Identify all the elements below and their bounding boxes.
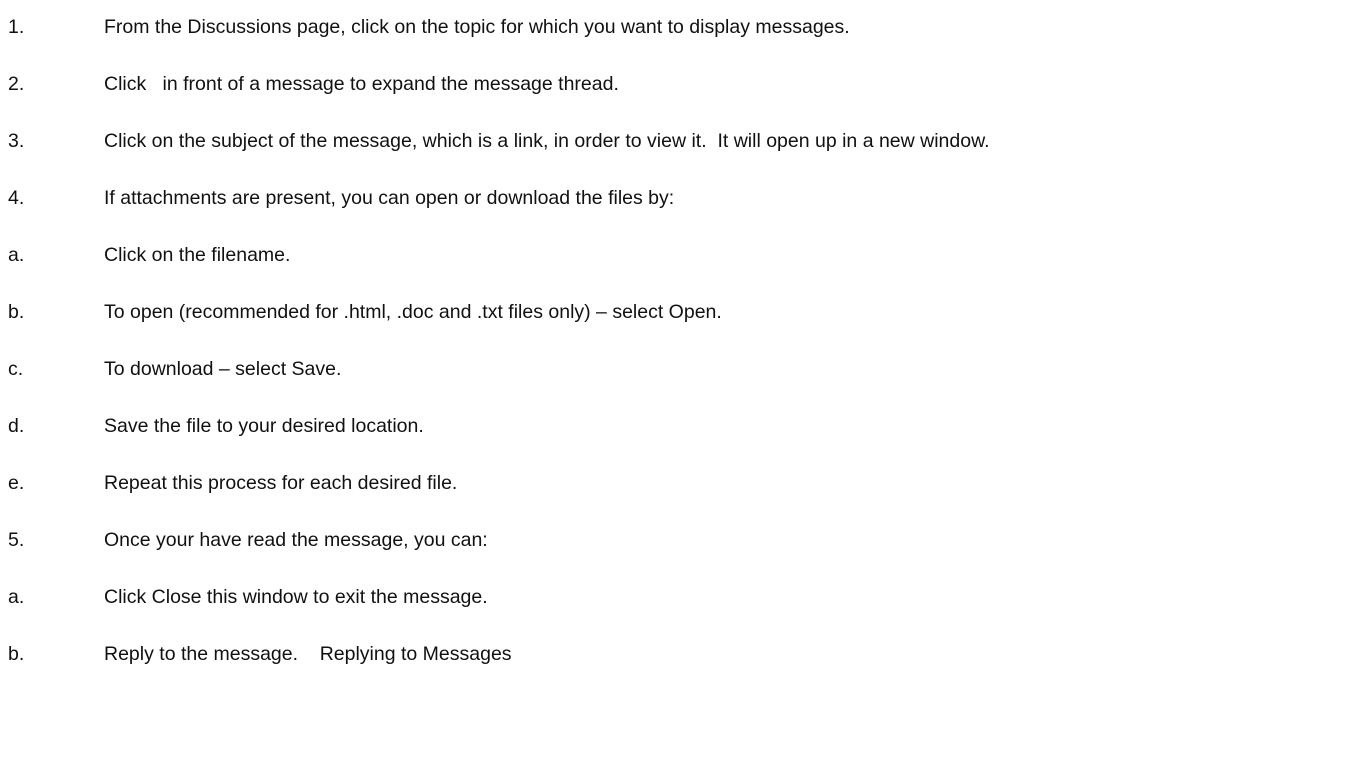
step-marker: e. <box>8 472 25 494</box>
step-text: To open (recommended for .html, .doc and… <box>104 301 722 323</box>
step-text-prefix: Reply to the message. <box>104 643 320 665</box>
step-text: If attachments are present, you can open… <box>104 187 675 209</box>
step-marker: a. <box>8 586 25 608</box>
step-4e: e. Repeat this process for each desired … <box>0 468 1346 498</box>
step-text: Save the file to your desired location. <box>104 415 424 437</box>
step-1: 1. From the Discussions page, click on t… <box>0 12 1346 42</box>
step-4c: c. To download – select Save. <box>0 354 1346 384</box>
step-3: 3. Click on the subject of the message, … <box>0 126 1346 156</box>
step-text: From the Discussions page, click on the … <box>104 16 850 38</box>
step-text: Reply to the message. Replying to Messag… <box>104 639 512 669</box>
step-4: 4. If attachments are present, you can o… <box>0 183 1346 213</box>
step-5a: a. Click Close this window to exit the m… <box>0 582 1346 612</box>
step-marker: 3. <box>8 130 25 152</box>
instruction-document: 1. From the Discussions page, click on t… <box>0 0 1346 782</box>
step-5: 5. Once your have read the message, you … <box>0 525 1346 555</box>
step-marker: a. <box>8 244 25 266</box>
step-marker: 5. <box>8 529 25 551</box>
step-marker: c. <box>8 358 24 380</box>
step-5b: b. Reply to the message. Replying to Mes… <box>0 639 1346 669</box>
step-marker: 4. <box>8 187 25 209</box>
step-marker: b. <box>8 301 25 323</box>
step-marker: 2. <box>8 73 25 95</box>
step-marker: b. <box>8 643 25 665</box>
step-4a: a. Click on the filename. <box>0 240 1346 270</box>
step-4d: d. Save the file to your desired locatio… <box>0 411 1346 441</box>
step-text: To download – select Save. <box>104 358 342 380</box>
step-2: 2. Click in front of a message to expand… <box>0 69 1346 99</box>
step-marker: 1. <box>8 16 25 38</box>
step-text: Click in front of a message to expand th… <box>104 73 619 95</box>
step-text: Once your have read the message, you can… <box>104 529 488 551</box>
step-text: Repeat this process for each desired fil… <box>104 472 458 494</box>
step-4b: b. To open (recommended for .html, .doc … <box>0 297 1346 327</box>
step-text: Click Close this window to exit the mess… <box>104 586 488 608</box>
step-text: Click on the filename. <box>104 244 291 266</box>
step-text: Click on the subject of the message, whi… <box>104 130 990 152</box>
replying-to-messages-link[interactable]: Replying to Messages <box>320 643 512 665</box>
step-marker: d. <box>8 415 25 437</box>
